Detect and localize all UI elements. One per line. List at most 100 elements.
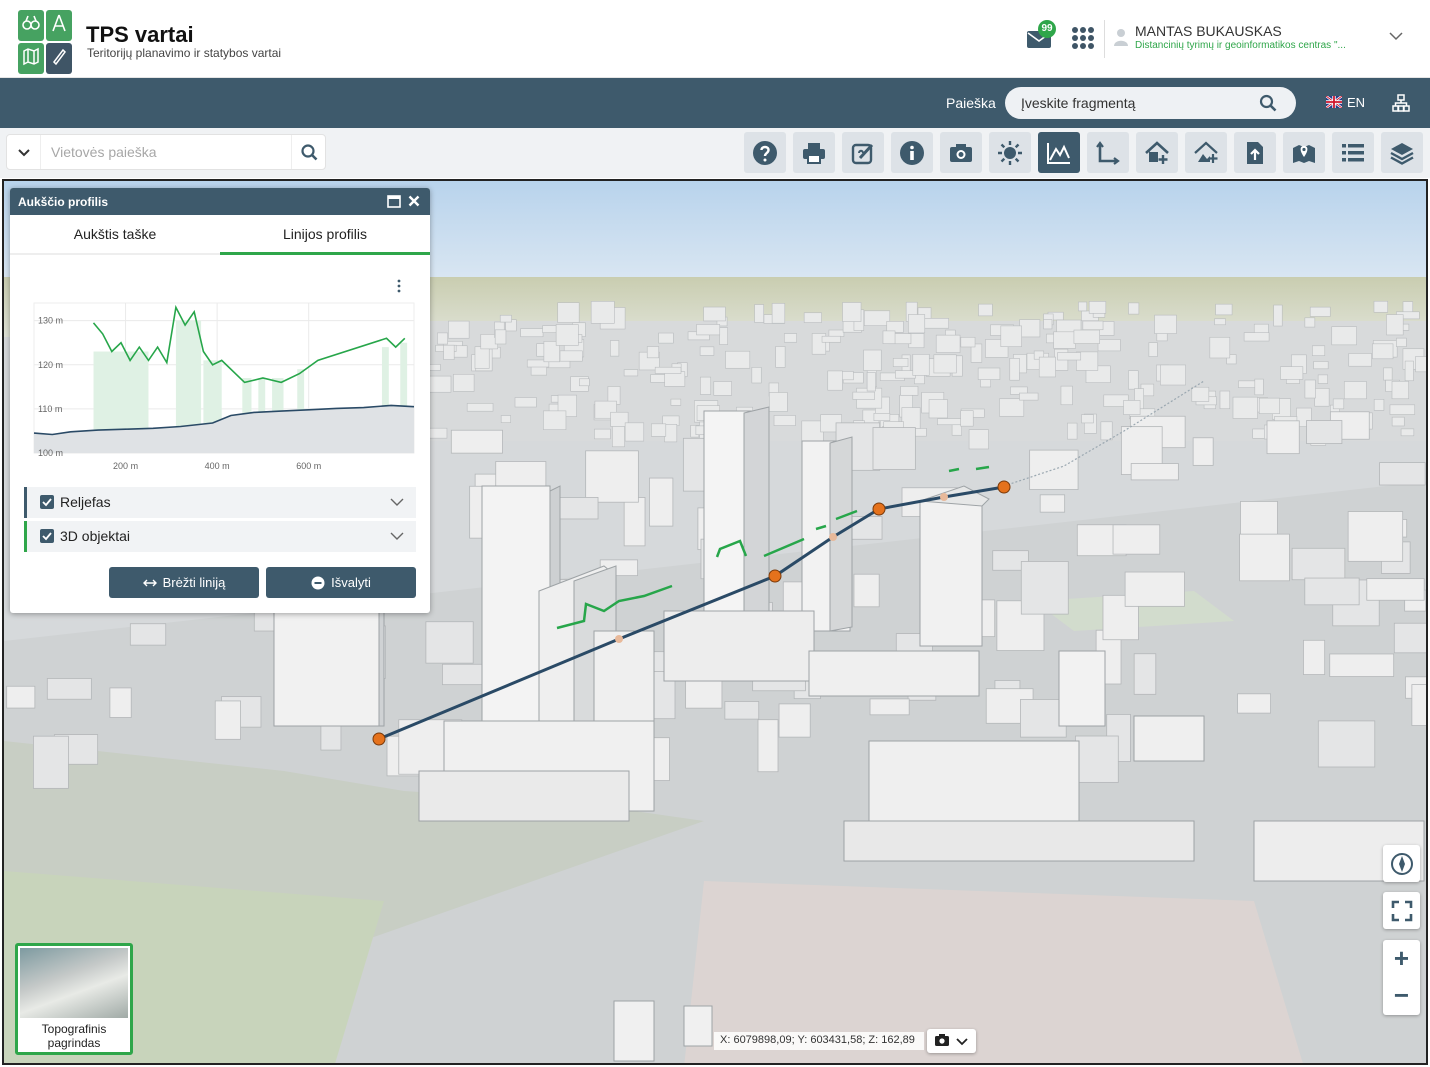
logo-binoculars-icon [18,10,44,41]
location-search [6,134,326,170]
basemap-label: Topografinis pagrindas [41,1022,107,1050]
compass-button[interactable] [1383,845,1420,882]
upload-icon [1247,141,1263,164]
chevron-down-icon[interactable] [390,497,404,507]
tool-list[interactable] [1332,132,1374,173]
sitemap-icon[interactable] [1392,94,1410,112]
map-marker-icon [1293,144,1315,163]
location-search-dropdown[interactable] [7,135,41,169]
global-search-input[interactable] [1021,93,1251,113]
zoom-controls: + − [1383,940,1420,1015]
chevron-down-icon [18,149,30,157]
close-icon[interactable] [408,195,420,207]
elevation-chart: 130 m 120 m 110 m 100 m 200 m 400 m 600 m [33,302,415,471]
list-icon [1342,143,1364,161]
basemap-switcher[interactable]: Topografinis pagrindas [15,943,133,1055]
zoom-in-button[interactable]: + [1383,940,1420,977]
app-subtitle: Teritorijų planavimo ir statybos vartai [87,46,282,60]
coordinates-readout: X: 6079898,09; Y: 603431,58; Z: 162,89 [714,1032,924,1050]
logo-pencil-icon [46,43,72,74]
minus-circle-icon [311,576,325,589]
tool-edit-link[interactable] [842,132,884,173]
tool-building-add[interactable] [1136,132,1178,173]
header-divider [1104,20,1105,58]
clear-button[interactable]: Išvalyti [266,567,416,598]
search-icon[interactable] [1259,94,1277,112]
fullscreen-icon [1391,900,1412,921]
layer-row-3d-objects[interactable]: 3D objektai [24,521,416,552]
layer-label-terrain: Reljefas [60,494,111,510]
tool-upload[interactable] [1234,132,1276,173]
tool-terrain-add[interactable] [1185,132,1227,173]
layer-label-3d-objects: 3D objektai [60,528,131,544]
app-title: TPS vartai [86,22,194,47]
elevation-profile-icon [1047,142,1070,164]
tab-point-height[interactable]: Aukštis taške [10,215,220,255]
draw-line-label: Brėžti liniją [162,575,226,590]
user-organization: Distancinių tyrimų ir geoinformatikos ce… [1135,40,1346,51]
chevron-down-icon[interactable] [1388,30,1404,42]
building-add-icon [1145,140,1169,164]
nav-bar: Paieška EN [0,78,1430,128]
fullscreen-button[interactable] [1383,892,1420,929]
search-label: Paieška [946,95,996,111]
panel-header: Aukščio profilis [10,188,430,215]
tool-info[interactable] [891,132,933,173]
tool-sun[interactable] [989,132,1031,173]
chart-x-tick-label: 400 m [205,461,230,471]
help-icon [753,140,777,165]
chart-y-tick-label: 100 m [38,448,63,458]
compass-icon [1390,852,1413,875]
info-icon [900,140,924,165]
layers-icon [1390,142,1414,165]
chart-y-tick-label: 110 m [38,404,62,414]
user-name[interactable]: MANTAS BUKAUSKAS [1135,23,1282,39]
camera-icon [935,1034,968,1046]
tab-line-profile[interactable]: Linijos profilis [220,215,430,255]
apps-grid-icon[interactable] [1072,27,1094,49]
uk-flag-icon[interactable] [1326,96,1342,108]
terrain-add-icon [1194,141,1218,163]
chart-y-tick-label: 130 m [38,316,63,326]
checkbox-terrain[interactable] [40,495,54,509]
maximize-icon[interactable] [387,195,401,208]
language-switch[interactable]: EN [1347,95,1365,110]
tool-help[interactable] [744,132,786,173]
draw-line-button[interactable]: Brėžti liniją [109,567,259,598]
app-logo[interactable] [18,10,72,74]
user-icon [1114,29,1128,46]
basemap-thumbnail [20,948,128,1018]
panel-tabs: Aukštis taške Linijos profilis [10,215,430,255]
top-bar: TPS vartai Teritorijų planavimo ir staty… [0,0,1430,78]
checkbox-3d-objects[interactable] [40,529,54,543]
chevron-down-icon[interactable] [390,531,404,541]
location-search-input[interactable] [51,143,286,161]
search-icon [301,144,318,161]
tool-screenshot[interactable] [940,132,982,173]
tool-print[interactable] [793,132,835,173]
chart-y-tick-label: 120 m [38,360,63,370]
map-tools [744,132,1423,173]
chart-x-tick-label: 600 m [296,461,321,471]
map-camera-button[interactable] [927,1029,976,1053]
print-icon [803,142,825,164]
tool-map-marker[interactable] [1283,132,1325,173]
camera-icon [950,143,972,162]
mail-badge: 99 [1038,20,1056,38]
panel-title: Aukščio profilis [18,195,109,209]
chart-x-tick-label: 200 m [113,461,138,471]
edit-link-icon [851,143,874,164]
tool-elevation-profile[interactable] [1038,132,1080,173]
sun-icon [998,140,1022,165]
horizontal-arrows-icon [142,579,157,586]
zoom-out-button[interactable]: − [1383,977,1420,1014]
tool-measure[interactable] [1087,132,1129,173]
layer-row-terrain[interactable]: Reljefas [24,487,416,518]
logo-compass-icon [46,10,72,41]
tool-layers[interactable] [1381,132,1423,173]
elevation-profile-panel: Aukščio profilis Aukštis taške Linijos p… [10,188,430,613]
measure-icon [1096,140,1120,165]
tool-row [0,128,1430,178]
location-search-button[interactable] [291,135,325,169]
logo-map-icon [18,43,44,74]
